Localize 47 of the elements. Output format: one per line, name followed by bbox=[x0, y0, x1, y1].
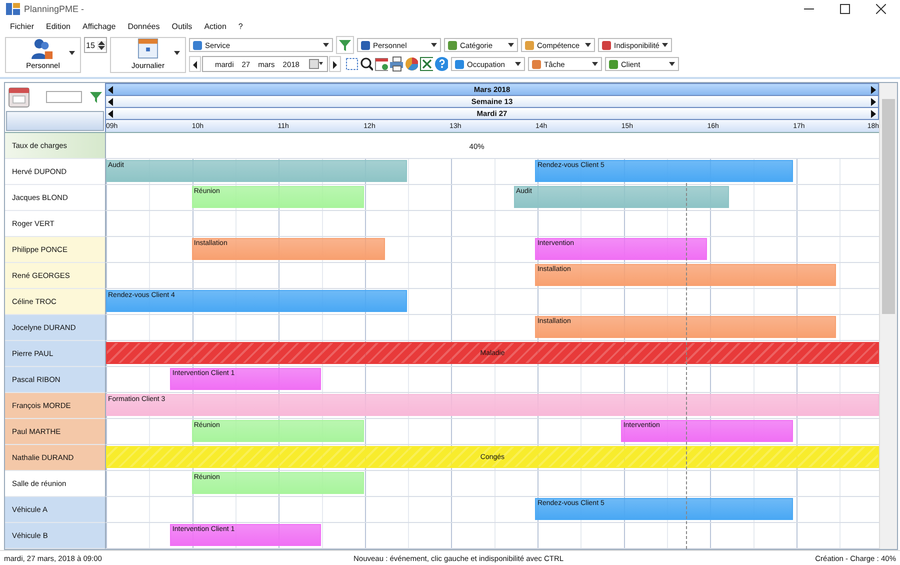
calendar-icon[interactable] bbox=[374, 56, 388, 72]
maximize-icon[interactable] bbox=[840, 4, 850, 14]
caret-icon bbox=[592, 62, 598, 66]
menu-item[interactable]: ? bbox=[234, 22, 247, 31]
app-logo-icon bbox=[6, 3, 20, 15]
calendar-icon bbox=[137, 38, 159, 59]
down-arrow-icon[interactable] bbox=[98, 46, 105, 50]
up-arrow-icon[interactable] bbox=[98, 40, 105, 44]
next-icon[interactable] bbox=[329, 56, 341, 72]
menu-item[interactable]: Outils bbox=[168, 22, 196, 31]
close-icon[interactable] bbox=[876, 4, 886, 14]
printer-icon[interactable] bbox=[389, 56, 403, 72]
scrollbar[interactable] bbox=[879, 83, 897, 549]
pie-chart-icon[interactable] bbox=[404, 56, 418, 72]
menu-item[interactable]: Action bbox=[200, 22, 230, 31]
search-field[interactable] bbox=[46, 91, 82, 103]
help-icon[interactable] bbox=[434, 56, 448, 72]
square-icon bbox=[609, 60, 618, 68]
caret-icon bbox=[508, 43, 514, 47]
calendar-icon[interactable] bbox=[8, 86, 30, 108]
caret-icon bbox=[69, 51, 75, 55]
window-title: PlanningPME - bbox=[24, 4, 84, 14]
menu-item[interactable]: Edition bbox=[42, 22, 74, 31]
previous-icon[interactable] bbox=[189, 56, 201, 72]
filter-icon[interactable] bbox=[90, 91, 102, 103]
menu-item[interactable]: Données bbox=[124, 22, 164, 31]
square-icon bbox=[525, 40, 534, 50]
square-icon bbox=[193, 40, 202, 50]
square-icon bbox=[448, 40, 457, 50]
menu-item[interactable]: Affichage bbox=[78, 22, 120, 31]
caret-icon bbox=[585, 43, 591, 47]
search-icon[interactable] bbox=[359, 56, 373, 72]
caret-icon bbox=[323, 43, 329, 47]
calendar-dropdown-icon[interactable] bbox=[309, 59, 323, 69]
square-icon bbox=[602, 40, 611, 50]
filter-icon[interactable] bbox=[336, 36, 354, 54]
spreadsheet-icon[interactable] bbox=[419, 56, 433, 72]
zoom-spinner[interactable]: 15 bbox=[84, 37, 107, 53]
caret-icon bbox=[662, 43, 668, 47]
square-icon bbox=[532, 60, 541, 68]
square-icon bbox=[361, 40, 370, 50]
square-icon bbox=[455, 60, 464, 68]
caret-icon bbox=[174, 51, 180, 55]
caret-icon bbox=[431, 43, 437, 47]
caret-icon bbox=[515, 62, 521, 66]
caret-icon bbox=[669, 62, 675, 66]
menu-item[interactable]: Fichier bbox=[6, 22, 38, 31]
